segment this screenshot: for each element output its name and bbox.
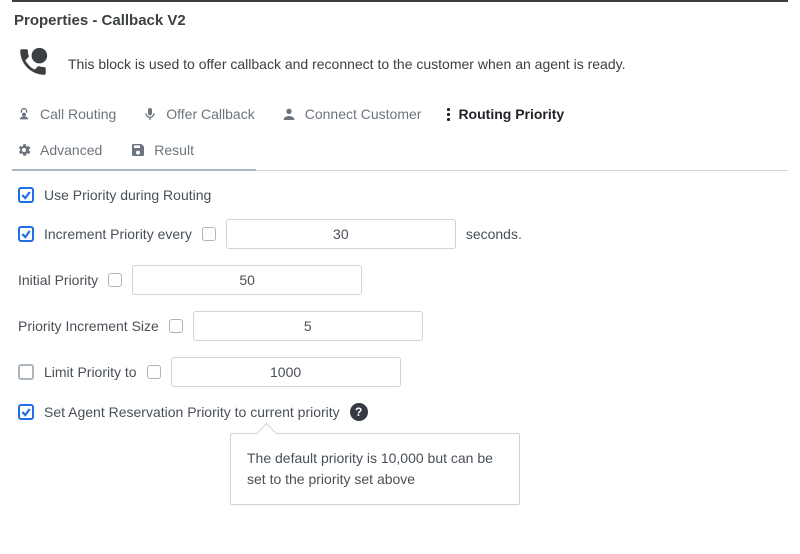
row-initial-priority: Initial Priority [18,265,782,295]
label-limit-priority: Limit Priority to [44,364,137,380]
person-icon [281,106,297,122]
tab-routing-priority[interactable]: Routing Priority [445,98,566,130]
row-use-priority: Use Priority during Routing [18,187,782,203]
tab-label: Call Routing [40,106,116,122]
tab-call-routing[interactable]: Call Routing [14,98,118,130]
input-limit-priority[interactable] [171,357,401,387]
tab-connect-customer[interactable]: Connect Customer [279,98,424,130]
tab-advanced[interactable]: Advanced [14,134,104,166]
subtab-underline [12,169,256,171]
var-toggle-increment-size[interactable] [169,319,183,333]
tab-label: Advanced [40,142,102,158]
tabs-row-1: Call Routing Offer Callback Connect Cust… [12,98,788,130]
tab-label: Result [154,142,194,158]
row-increment-size: Priority Increment Size [18,311,782,341]
help-icon[interactable]: ? [350,403,368,421]
tab-label: Offer Callback [166,106,254,122]
checkbox-limit-priority[interactable] [18,364,34,380]
input-initial-priority[interactable] [132,265,362,295]
checkbox-set-agent-reservation[interactable] [18,404,34,420]
routing-priority-form: Use Priority during Routing Increment Pr… [12,171,788,505]
save-icon [130,142,146,158]
tab-result[interactable]: Result [128,134,196,166]
help-tooltip: The default priority is 10,000 but can b… [230,433,520,505]
label-increment-every: Increment Priority every [44,226,192,242]
properties-panel: Properties - Callback V2 This block is u… [0,0,800,517]
checkbox-use-priority[interactable] [18,187,34,203]
label-set-agent-reservation: Set Agent Reservation Priority to curren… [44,404,340,420]
description-row: This block is used to offer callback and… [12,39,788,98]
tab-bar: Call Routing Offer Callback Connect Cust… [12,98,788,171]
priority-icon [447,108,450,121]
callback-icon [16,45,50,82]
row-limit-priority: Limit Priority to [18,357,782,387]
panel-description: This block is used to offer callback and… [68,56,625,72]
suffix-seconds: seconds. [466,226,522,242]
tab-label: Routing Priority [458,106,564,122]
var-toggle-initial-priority[interactable] [108,273,122,287]
input-increment-every[interactable] [226,219,456,249]
tab-label: Connect Customer [305,106,422,122]
input-increment-size[interactable] [193,311,423,341]
checkbox-increment-every[interactable] [18,226,34,242]
label-use-priority: Use Priority during Routing [44,187,211,203]
label-increment-size: Priority Increment Size [18,318,159,334]
gear-icon [16,142,32,158]
person-headset-icon [16,106,32,122]
label-initial-priority: Initial Priority [18,272,98,288]
panel-title: Properties - Callback V2 [12,10,788,39]
var-toggle-limit-priority[interactable] [147,365,161,379]
tooltip-text: The default priority is 10,000 but can b… [247,450,493,487]
tab-offer-callback[interactable]: Offer Callback [140,98,256,130]
microphone-icon [142,106,158,122]
row-set-agent-reservation: Set Agent Reservation Priority to curren… [18,403,782,421]
top-divider [12,0,788,2]
var-toggle-increment-every[interactable] [202,227,216,241]
tabs-row-2: Advanced Result [12,130,788,170]
row-increment-every: Increment Priority every seconds. [18,219,782,249]
